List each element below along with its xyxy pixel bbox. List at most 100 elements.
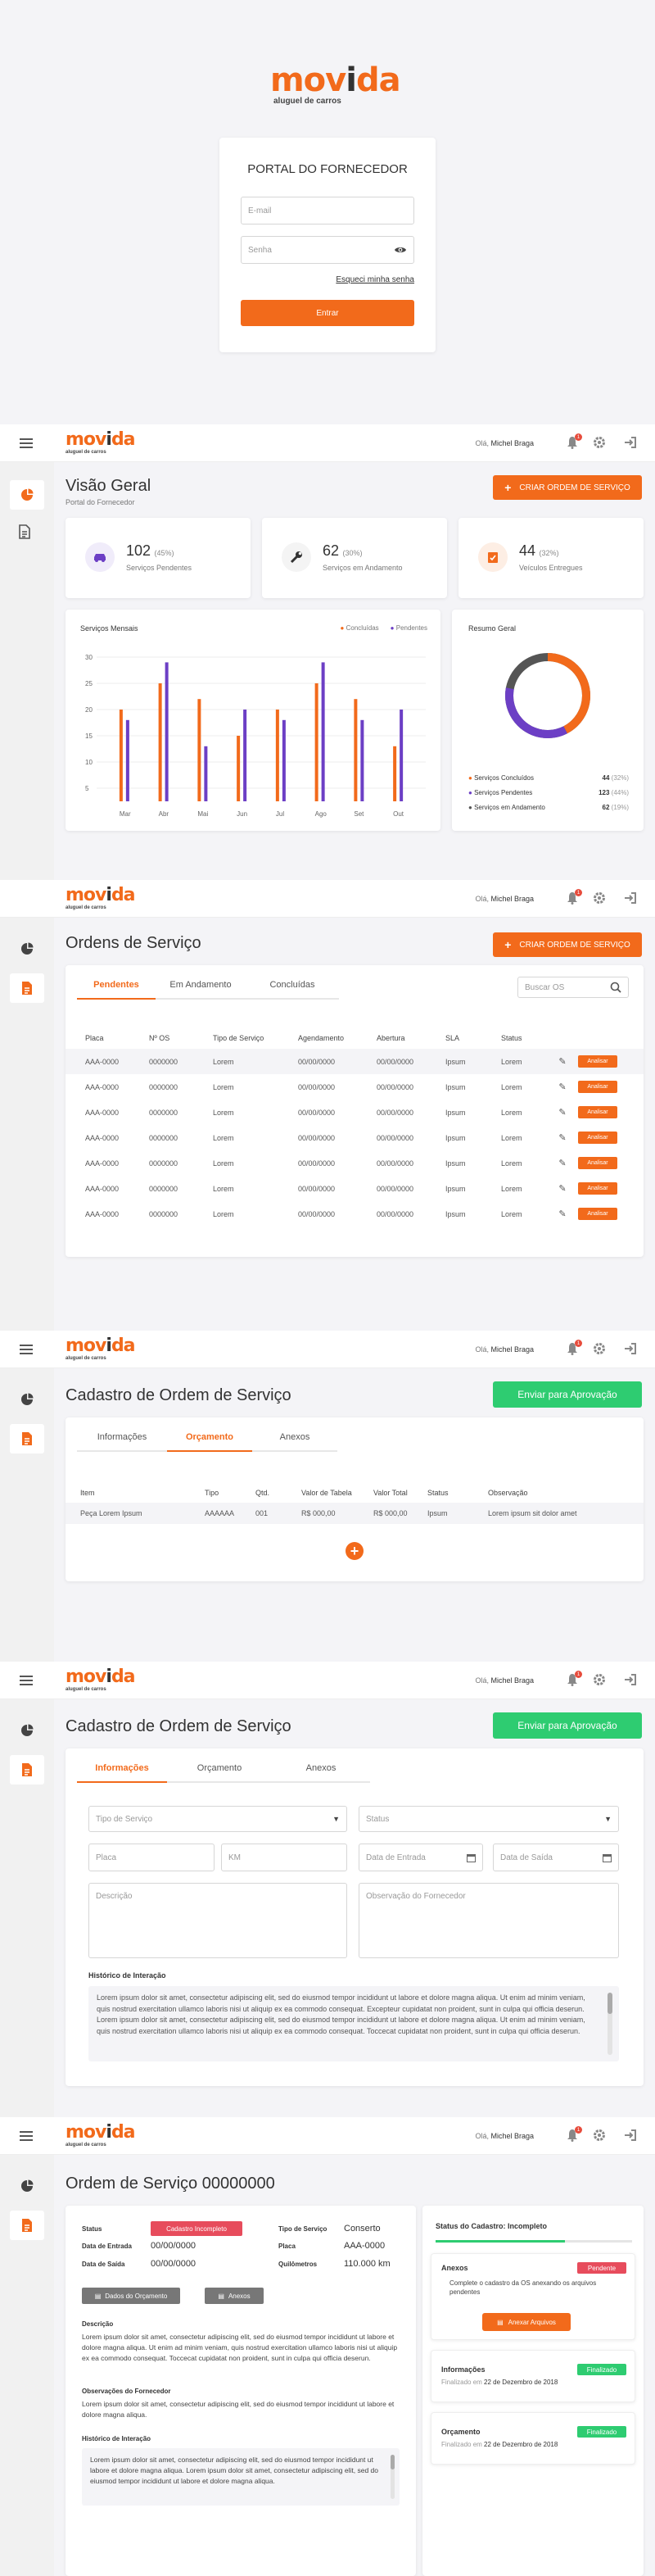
- sidebar-item-orders[interactable]: [19, 524, 30, 543]
- sidebar-item-orders[interactable]: [10, 1424, 44, 1454]
- tab-pending[interactable]: Pendentes: [77, 980, 156, 1000]
- menu-icon[interactable]: [20, 2130, 33, 2146]
- password-field[interactable]: Senha: [241, 236, 414, 264]
- scrollbar[interactable]: [391, 2455, 395, 2499]
- history-box[interactable]: Lorem ipsum dolor sit amet, consectetur …: [88, 1986, 619, 2061]
- menu-icon[interactable]: [20, 1344, 33, 1359]
- bell-icon[interactable]: 1: [567, 1340, 582, 1359]
- edit-icon[interactable]: ✎: [547, 1132, 578, 1143]
- edit-icon[interactable]: ✎: [547, 1056, 578, 1067]
- table-row[interactable]: AAA-0000 0000000 Lorem 00/00/0000 00/00/0000…: [66, 1125, 644, 1150]
- tab-attachments[interactable]: Anexos: [272, 1763, 370, 1783]
- logout-icon[interactable]: [624, 1342, 637, 1359]
- scrollbar[interactable]: [608, 1993, 612, 2055]
- edit-icon[interactable]: ✎: [547, 1158, 578, 1168]
- km-field[interactable]: KM: [221, 1844, 347, 1871]
- description-field[interactable]: Descrição: [88, 1883, 347, 1958]
- tab-in-progress[interactable]: Em Andamento: [156, 980, 246, 1000]
- create-order-button[interactable]: + CRIAR ORDEM DE SERVIÇO: [493, 475, 642, 500]
- bar-pending[interactable]: [243, 710, 247, 801]
- sidebar-item-orders[interactable]: [10, 2211, 44, 2240]
- gear-icon[interactable]: [593, 891, 606, 909]
- gear-icon[interactable]: [593, 2129, 606, 2146]
- sidebar-item-dashboard[interactable]: [20, 2179, 34, 2197]
- bar-done[interactable]: [314, 683, 318, 801]
- calendar-icon[interactable]: [467, 1853, 476, 1862]
- search-icon[interactable]: [610, 982, 621, 993]
- bar-done[interactable]: [275, 710, 279, 801]
- table-row[interactable]: Peça Lorem Ipsum AAAAAA 001 R$ 000,00 R$…: [66, 1503, 644, 1524]
- table-row[interactable]: AAA-0000 0000000 Lorem 00/00/0000 00/00/0000…: [66, 1176, 644, 1201]
- logout-icon[interactable]: [624, 2129, 637, 2146]
- analyze-button[interactable]: Analisar: [578, 1132, 617, 1144]
- bar-done[interactable]: [119, 710, 123, 801]
- bar-pending[interactable]: [125, 719, 129, 801]
- search-input[interactable]: Buscar OS: [517, 977, 629, 998]
- edit-icon[interactable]: ✎: [547, 1082, 578, 1092]
- bar-pending[interactable]: [282, 719, 286, 801]
- bar-pending[interactable]: [204, 746, 208, 801]
- bar-done[interactable]: [393, 746, 397, 801]
- bar-pending[interactable]: [165, 662, 169, 801]
- bar-done[interactable]: [197, 699, 201, 801]
- bar-done[interactable]: [237, 736, 241, 801]
- sidebar-item-dashboard[interactable]: [20, 1393, 34, 1410]
- logout-icon[interactable]: [624, 436, 637, 453]
- gear-icon[interactable]: [593, 1673, 606, 1690]
- table-row[interactable]: AAA-0000 0000000 Lorem 00/00/0000 00/00/0000…: [66, 1150, 644, 1176]
- analyze-button[interactable]: Analisar: [578, 1208, 617, 1220]
- sidebar-item-dashboard[interactable]: [20, 1724, 34, 1741]
- table-row[interactable]: AAA-0000 0000000 Lorem 00/00/0000 00/00/0000…: [66, 1201, 644, 1227]
- analyze-button[interactable]: Analisar: [578, 1106, 617, 1118]
- tab-budget[interactable]: Orçamento: [167, 1432, 252, 1452]
- tab-info[interactable]: Informações: [77, 1763, 167, 1783]
- email-field[interactable]: E-mail: [241, 197, 414, 224]
- bell-icon[interactable]: 1: [567, 2126, 582, 2146]
- analyze-button[interactable]: Analisar: [578, 1157, 617, 1169]
- bar-pending[interactable]: [400, 710, 404, 801]
- send-approval-button[interactable]: Enviar para Aprovação: [493, 1381, 642, 1408]
- calendar-icon[interactable]: [603, 1853, 612, 1862]
- supplier-note-field[interactable]: Observação do Fornecedor: [359, 1883, 619, 1958]
- tab-info[interactable]: Informações: [77, 1432, 167, 1452]
- forgot-password-link[interactable]: Esqueci minha senha: [336, 275, 414, 284]
- submit-button[interactable]: Entrar: [241, 300, 414, 326]
- analyze-button[interactable]: Analisar: [578, 1055, 617, 1068]
- send-approval-button[interactable]: Enviar para Aprovação: [493, 1712, 642, 1739]
- edit-icon[interactable]: ✎: [547, 1183, 578, 1194]
- tab-completed[interactable]: Concluídas: [246, 980, 339, 1000]
- edit-icon[interactable]: ✎: [547, 1209, 578, 1219]
- exit-date-field[interactable]: Data de Saída: [493, 1844, 619, 1871]
- logout-icon[interactable]: [624, 891, 637, 909]
- entry-date-field[interactable]: Data de Entrada: [359, 1844, 483, 1871]
- bell-icon[interactable]: 1: [567, 1671, 582, 1690]
- sidebar-item-dashboard[interactable]: [10, 480, 44, 510]
- budget-data-button[interactable]: ▤ Dados do Orçamento: [82, 2288, 180, 2304]
- menu-icon[interactable]: [20, 438, 33, 453]
- table-row[interactable]: AAA-0000 0000000 Lorem 00/00/0000 00/00/0000…: [66, 1074, 644, 1100]
- attachments-button[interactable]: ▤ Anexos: [205, 2288, 264, 2304]
- bell-icon[interactable]: 1: [567, 889, 582, 909]
- logout-icon[interactable]: [624, 1673, 637, 1690]
- edit-icon[interactable]: ✎: [547, 1107, 578, 1118]
- menu-icon[interactable]: [20, 1675, 33, 1690]
- bar-done[interactable]: [354, 699, 358, 801]
- bar-done[interactable]: [158, 683, 162, 801]
- sidebar-item-orders[interactable]: [10, 973, 44, 1003]
- sidebar-item-orders[interactable]: [10, 1755, 44, 1785]
- table-row[interactable]: AAA-0000 0000000 Lorem 00/00/0000 00/00/0000…: [66, 1100, 644, 1125]
- bar-pending[interactable]: [360, 719, 364, 801]
- table-row[interactable]: AAA-0000 0000000 Lorem 00/00/0000 00/00/0000…: [66, 1049, 644, 1074]
- analyze-button[interactable]: Analisar: [578, 1182, 617, 1195]
- analyze-button[interactable]: Analisar: [578, 1081, 617, 1093]
- history-box[interactable]: Lorem ipsum dolor sit amet, consectetur …: [82, 2448, 400, 2506]
- bell-icon[interactable]: 1: [567, 433, 582, 453]
- sidebar-item-dashboard[interactable]: [20, 942, 34, 959]
- add-item-button[interactable]: +: [346, 1542, 364, 1560]
- service-type-select[interactable]: Tipo de Serviço ▼: [88, 1806, 347, 1832]
- create-order-button[interactable]: + CRIAR ORDEM DE SERVIÇO: [493, 932, 642, 957]
- tab-budget[interactable]: Orçamento: [167, 1763, 272, 1783]
- plate-field[interactable]: Placa: [88, 1844, 215, 1871]
- attach-files-button[interactable]: ▤ Anexar Arquivos: [482, 2313, 571, 2331]
- gear-icon[interactable]: [593, 436, 606, 453]
